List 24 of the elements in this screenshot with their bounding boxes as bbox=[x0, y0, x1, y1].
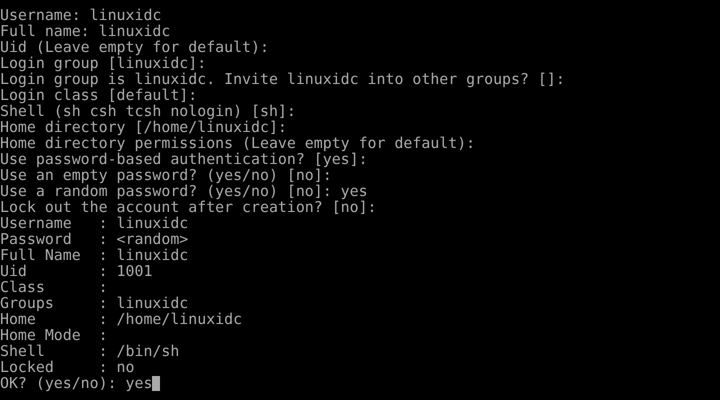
terminal-line: Username: linuxidc bbox=[0, 7, 162, 23]
terminal-line: Shell (sh csh tcsh nologin) [sh]: bbox=[0, 103, 296, 119]
terminal-line: Login group is linuxidc. Invite linuxidc into other groups? []: bbox=[0, 71, 565, 87]
terminal-line: Full name: linuxidc bbox=[0, 23, 170, 39]
terminal-line: Locked : no bbox=[0, 359, 134, 375]
terminal-line: Lock out the account after creation? [no]: bbox=[0, 199, 377, 215]
terminal-line: Username : linuxidc bbox=[0, 215, 188, 231]
terminal-line: Shell : /bin/sh bbox=[0, 343, 180, 359]
terminal-line: OK? (yes/no): yes bbox=[0, 375, 152, 391]
terminal-line: Class : bbox=[0, 279, 108, 295]
terminal-line: Uid (Leave empty for default): bbox=[0, 39, 269, 55]
terminal-line: Use an empty password? (yes/no) [no]: bbox=[0, 167, 332, 183]
terminal-line: Uid : 1001 bbox=[0, 263, 152, 279]
terminal-line: Full Name : linuxidc bbox=[0, 247, 188, 263]
terminal-line: Use password-based authentication? [yes]: bbox=[0, 151, 368, 167]
terminal-line: Login class [default]: bbox=[0, 87, 198, 103]
terminal-line: Login group [linuxidc]: bbox=[0, 55, 206, 71]
terminal-line: Home Mode : bbox=[0, 327, 108, 343]
terminal-line: Password : <random> bbox=[0, 231, 188, 247]
terminal-line: Home directory permissions (Leave empty for default): bbox=[0, 135, 476, 151]
terminal-line: Use a random password? (yes/no) [no]: yes bbox=[0, 183, 368, 199]
terminal-line: Home : /home/linuxidc bbox=[0, 311, 242, 327]
terminal-line: Home directory [/home/linuxidc]: bbox=[0, 119, 287, 135]
terminal-line: Groups : linuxidc bbox=[0, 295, 188, 311]
